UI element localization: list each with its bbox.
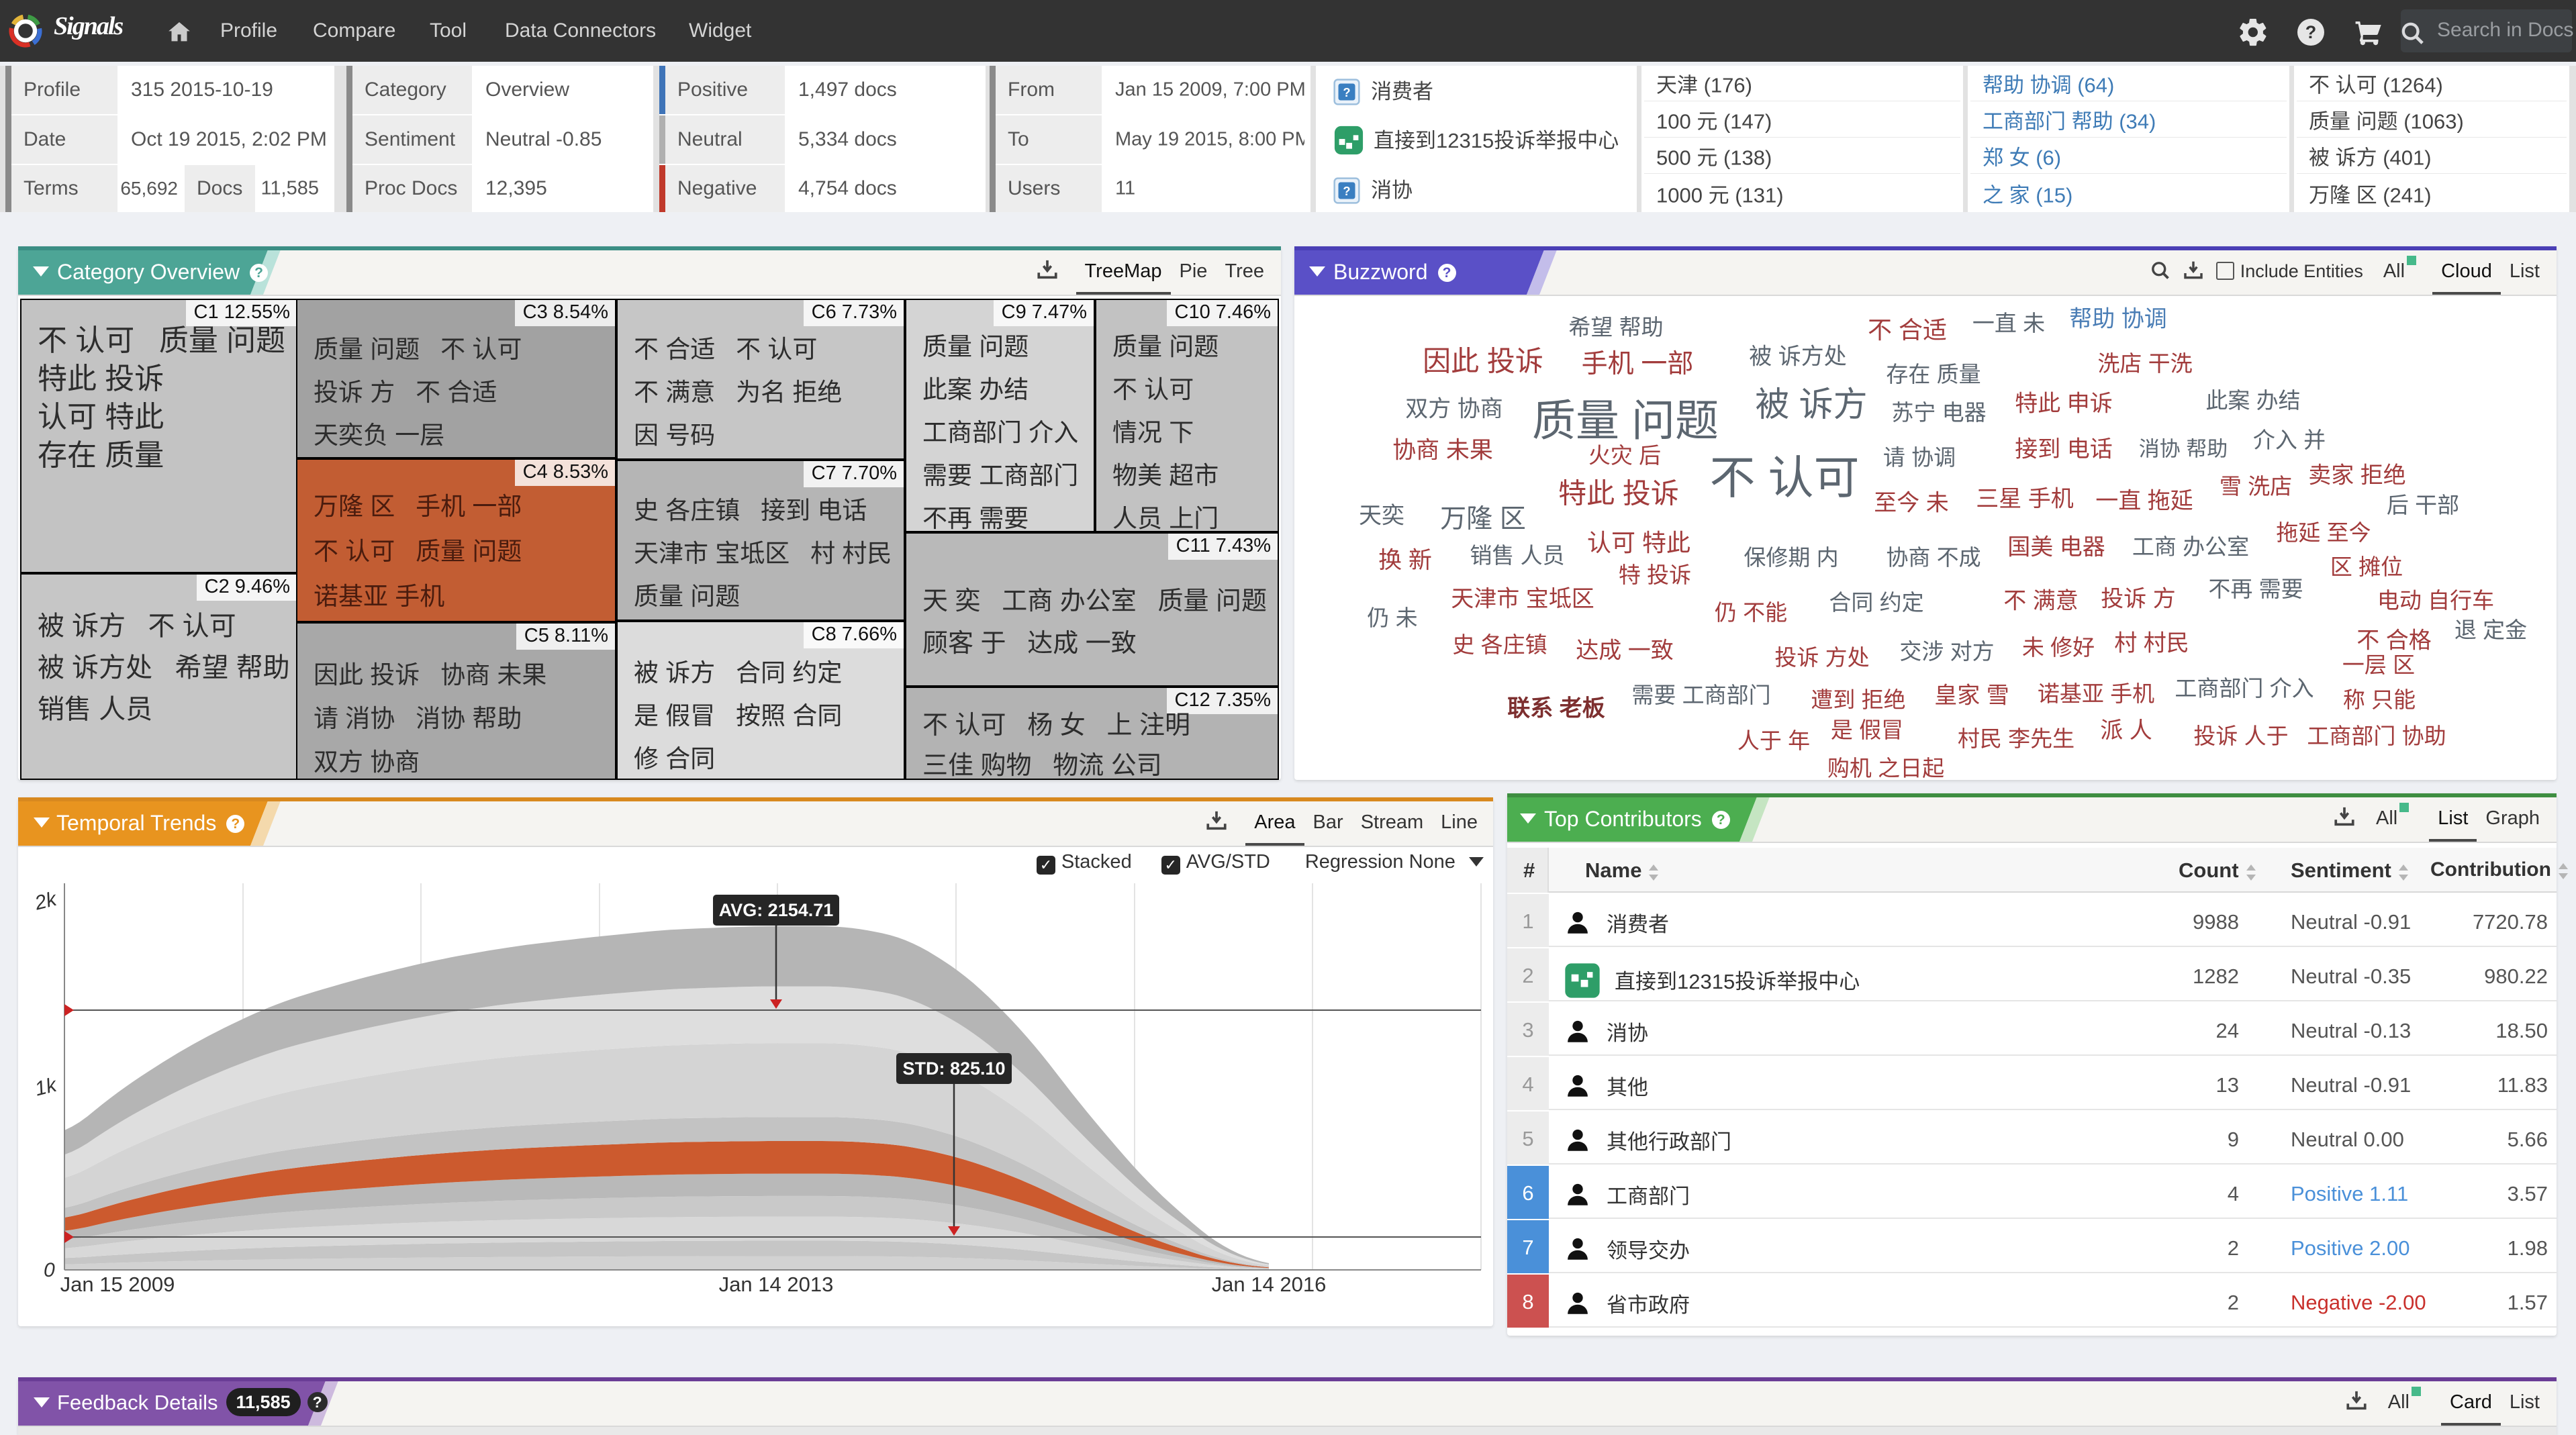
svg-text:1k: 1k <box>33 1073 60 1100</box>
svg-text:2k: 2k <box>32 887 60 914</box>
svg-text:AVG: 2154.71: AVG: 2154.71 <box>719 900 834 920</box>
svg-text:?: ? <box>2305 22 2317 42</box>
svg-text:?: ? <box>1343 184 1350 198</box>
svg-text:Jan 15 2009: Jan 15 2009 <box>60 1273 175 1296</box>
svg-text:STD: 825.10: STD: 825.10 <box>902 1058 1005 1079</box>
svg-text:Jan 14 2016: Jan 14 2016 <box>1212 1273 1327 1296</box>
svg-text:?: ? <box>1343 85 1350 99</box>
svg-text:Jan 14 2013: Jan 14 2013 <box>719 1273 834 1296</box>
svg-text:0: 0 <box>44 1259 55 1281</box>
